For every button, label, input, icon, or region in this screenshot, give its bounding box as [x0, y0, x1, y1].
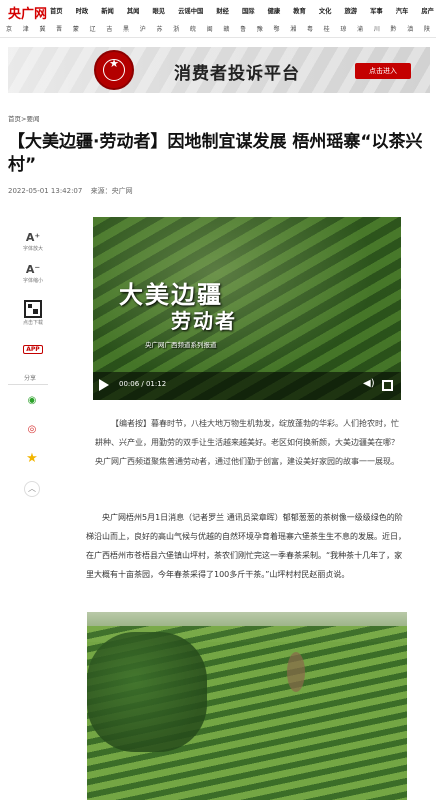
- collapse-icon[interactable]: ︿: [24, 481, 40, 497]
- app-badge: APP: [23, 345, 43, 354]
- nav-item-13[interactable]: 汽车: [396, 6, 409, 15]
- seal-logo: ★: [94, 50, 134, 90]
- nav-item-3[interactable]: 其闻: [127, 6, 140, 15]
- app-download-qr[interactable]: 点击下载: [14, 300, 52, 326]
- region-item-10[interactable]: 浙: [173, 24, 179, 33]
- app-link[interactable]: APP: [14, 336, 52, 355]
- region-item-18[interactable]: 粤: [307, 24, 313, 33]
- fullscreen-icon[interactable]: [382, 380, 393, 391]
- region-item-15[interactable]: 豫: [257, 24, 263, 33]
- nav-item-9[interactable]: 教育: [293, 6, 306, 15]
- nav-item-14[interactable]: 房产: [421, 6, 434, 15]
- star-icon: ★: [109, 57, 119, 70]
- article-meta: 2022-05-01 13:42:07 来源：央广网: [8, 186, 139, 196]
- breadcrumb-section[interactable]: 要闻: [26, 113, 39, 123]
- region-item-6[interactable]: 吉: [106, 24, 112, 33]
- region-item-20[interactable]: 琼: [340, 24, 346, 33]
- region-item-23[interactable]: 黔: [391, 24, 397, 33]
- enter-button[interactable]: 点击进入: [355, 63, 411, 79]
- weibo-share-icon[interactable]: ◎: [24, 422, 40, 438]
- wechat-share-icon[interactable]: ◉: [24, 393, 40, 409]
- play-icon[interactable]: [99, 379, 109, 391]
- region-item-21[interactable]: 渝: [357, 24, 363, 33]
- font-decrease-label: 字体缩小: [22, 278, 43, 284]
- volume-icon[interactable]: ◀): [363, 378, 375, 389]
- top-navigation: 央广网 首页 时政 新闻 其闻 眼见 云谣中国 财经 国际 健康 教育 文化 旅游 军事 汽车 房产 京 津 冀…: [0, 0, 436, 38]
- region-item-8[interactable]: 沪: [140, 24, 146, 33]
- region-nav: 京津冀晋蒙辽吉黑沪苏浙皖闽赣鲁豫鄂湘粤桂琼渝川黔滇陕: [6, 24, 430, 33]
- nav-item-12[interactable]: 军事: [370, 6, 383, 15]
- font-increase-label: 字体放大: [22, 246, 43, 252]
- video-time: 00:06 / 01:12: [119, 380, 167, 388]
- nav-item-1[interactable]: 时政: [76, 6, 89, 15]
- video-player[interactable]: 大美边疆 劳动者 央广网广西频道系列报道 00:06 / 01:12 ◀): [93, 217, 401, 400]
- region-item-12[interactable]: 闽: [207, 24, 213, 33]
- nav-item-8[interactable]: 健康: [268, 6, 281, 15]
- nav-item-6[interactable]: 财经: [216, 6, 229, 15]
- banner-title: 消费者投诉平台: [174, 64, 300, 84]
- font-decrease-button[interactable]: A⁻ 字体缩小: [14, 263, 52, 285]
- region-item-5[interactable]: 辽: [90, 24, 96, 33]
- qr-download-label: 点击下载: [22, 320, 43, 326]
- region-item-2[interactable]: 冀: [39, 24, 45, 33]
- nav-item-4[interactable]: 眼见: [153, 6, 166, 15]
- region-item-13[interactable]: 赣: [223, 24, 229, 33]
- font-increase-button[interactable]: A⁺ 字体放大: [14, 231, 52, 253]
- site-logo[interactable]: 央广网: [8, 3, 47, 22]
- favorite-icon[interactable]: ★: [24, 451, 40, 467]
- video-controls: 00:06 / 01:12 ◀): [93, 372, 401, 400]
- nav-item-10[interactable]: 文化: [319, 6, 332, 15]
- region-item-9[interactable]: 苏: [156, 24, 162, 33]
- video-title-line2: 劳动者: [171, 309, 237, 333]
- nav-item-2[interactable]: 新闻: [101, 6, 114, 15]
- article-headline: 【大美边疆·劳动者】因地制宜谋发展 梧州瑶寨“以茶兴村”: [8, 132, 423, 175]
- article-source: 来源：央广网: [90, 187, 133, 195]
- breadcrumb: 首页 > 要闻: [8, 113, 39, 123]
- region-item-17[interactable]: 湘: [290, 24, 296, 33]
- share-divider: [8, 384, 48, 385]
- region-item-0[interactable]: 京: [6, 24, 12, 33]
- publish-date: 2022-05-01 13:42:07: [8, 187, 83, 195]
- nav-item-7[interactable]: 国际: [242, 6, 255, 15]
- region-item-7[interactable]: 黑: [123, 24, 129, 33]
- region-item-3[interactable]: 晋: [56, 24, 62, 33]
- breadcrumb-home[interactable]: 首页: [8, 113, 21, 123]
- font-decrease-icon: A⁻: [25, 263, 41, 276]
- font-increase-icon: A⁺: [25, 231, 41, 244]
- share-label: 分享: [24, 375, 37, 382]
- region-item-25[interactable]: 陕: [424, 24, 430, 33]
- qr-code-icon: [24, 300, 42, 318]
- region-item-14[interactable]: 鲁: [240, 24, 246, 33]
- editor-note: 【编者按】暮春时节，八桂大地万物生机勃发，绽放蓬勃的华彩。人们抢农时，忙耕种、兴…: [95, 419, 399, 466]
- region-item-19[interactable]: 桂: [324, 24, 330, 33]
- nav-item-0[interactable]: 首页: [50, 6, 63, 15]
- region-item-1[interactable]: 津: [23, 24, 29, 33]
- region-item-22[interactable]: 川: [374, 24, 380, 33]
- region-item-16[interactable]: 鄂: [274, 24, 280, 33]
- tea-plantation-photo: [87, 612, 407, 800]
- region-item-4[interactable]: 蒙: [73, 24, 79, 33]
- complaint-platform-banner[interactable]: ★ 消费者投诉平台 点击进入: [8, 47, 430, 93]
- region-item-24[interactable]: 滇: [407, 24, 413, 33]
- nav-item-11[interactable]: 旅游: [344, 6, 357, 15]
- article-paragraph: 央广网梧州5月1日消息（记者罗兰 通讯员梁章晖）郁郁葱葱的茶树像一级级绿色的阶梯…: [86, 513, 406, 579]
- region-item-11[interactable]: 皖: [190, 24, 196, 33]
- nav-item-5[interactable]: 云谣中国: [178, 6, 203, 15]
- video-subtitle: 央广网广西频道系列报道: [145, 341, 217, 349]
- channel-nav: 首页 时政 新闻 其闻 眼见 云谣中国 财经 国际 健康 教育 文化 旅游 军事 汽车 房产: [50, 6, 434, 15]
